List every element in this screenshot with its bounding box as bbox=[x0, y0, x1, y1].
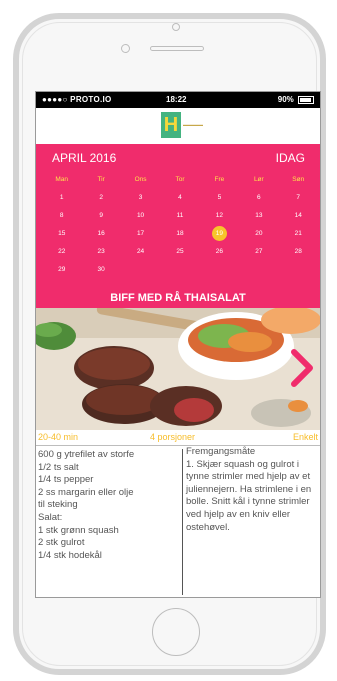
battery-percent: 90% bbox=[277, 95, 294, 104]
ingredient-item: 600 g ytrefilet av storfe bbox=[38, 449, 135, 460]
method-title: Fremgangsmåte bbox=[186, 446, 256, 457]
calendar-day[interactable]: 21 bbox=[279, 225, 318, 243]
ingredient-item: 2 ss margarin eller olje bbox=[38, 486, 134, 498]
calendar-grid: Man Tir Ons Tor Fre Lør Søn 1 2 3 4 5 6 … bbox=[42, 171, 318, 279]
method-text: 1. Skjær squash og gulrot i tynne striml… bbox=[186, 458, 314, 533]
calendar-day[interactable]: 17 bbox=[121, 225, 160, 243]
calendar-day[interactable]: 5 bbox=[200, 189, 239, 207]
calendar-day-empty bbox=[200, 261, 239, 279]
calendar-day[interactable]: 28 bbox=[279, 243, 318, 261]
calendar-week: 1 2 3 4 5 6 7 bbox=[42, 189, 318, 207]
weekday-label: Man bbox=[55, 176, 69, 183]
ingredient-item: 2 stk gulrot bbox=[38, 537, 85, 549]
weekday-label: Lør bbox=[253, 176, 264, 183]
weekday-row: Man Tir Ons Tor Fre Lør Søn bbox=[42, 171, 318, 189]
today-button[interactable]: IDAG bbox=[276, 151, 305, 165]
ingredient-item: 1 stk grønn squash bbox=[38, 524, 119, 536]
calendar-day[interactable]: 16 bbox=[81, 225, 120, 243]
calendar-day-selected[interactable]: 19 bbox=[200, 225, 239, 243]
calendar-day[interactable]: 23 bbox=[81, 243, 120, 261]
battery-icon bbox=[298, 95, 314, 104]
status-bar: ●●●●○ PROTO.IO 18:22 90% bbox=[36, 92, 320, 108]
recipe-title: BIFF MED RÅ THAISALAT bbox=[36, 288, 320, 308]
battery-indicator: 90% bbox=[278, 95, 314, 104]
calendar-week: 8 9 10 11 12 13 14 bbox=[42, 207, 318, 225]
calendar-week: 15 16 17 18 19 20 21 bbox=[42, 225, 318, 243]
calendar-day[interactable]: 9 bbox=[81, 207, 120, 225]
earpiece-speaker bbox=[150, 46, 204, 51]
calendar-day[interactable]: 13 bbox=[239, 207, 278, 225]
ingredient-item: Salat: bbox=[38, 511, 63, 523]
ingredient-item: til steking bbox=[38, 499, 78, 511]
calendar-week: 22 23 24 25 26 27 28 bbox=[42, 243, 318, 261]
recipe-photo-illustration bbox=[36, 308, 320, 430]
column-divider bbox=[182, 449, 183, 595]
calendar-day[interactable]: 4 bbox=[160, 189, 199, 207]
method-section: Fremgangsmåte 1. Skjær squash og gulrot … bbox=[186, 446, 320, 534]
ingredient-item: 1/4 ts pepper bbox=[38, 474, 94, 486]
calendar-day[interactable]: 30 bbox=[81, 261, 120, 279]
logo-tagline-mark: ▬▬▬▬▬ bbox=[183, 122, 203, 127]
home-button[interactable] bbox=[152, 608, 200, 656]
weekday-label: Søn bbox=[292, 176, 305, 183]
calendar-day-empty bbox=[121, 261, 160, 279]
calendar-day[interactable]: 6 bbox=[239, 189, 278, 207]
calendar-day[interactable]: 14 bbox=[279, 207, 318, 225]
calendar-day[interactable]: 24 bbox=[121, 243, 160, 261]
proximity-sensor bbox=[121, 44, 130, 53]
recipe-meta: 20-40 min 4 porsjoner Enkelt bbox=[36, 430, 320, 444]
selected-day-label: 19 bbox=[211, 226, 227, 241]
calendar-day[interactable]: 27 bbox=[239, 243, 278, 261]
calendar-day[interactable]: 7 bbox=[279, 189, 318, 207]
calendar-day[interactable]: 3 bbox=[121, 189, 160, 207]
calendar: APRIL 2016 IDAG Man Tir Ons Tor Fre Lør … bbox=[36, 144, 320, 288]
ingredient-item: 1/4 stk hodekål bbox=[38, 549, 102, 561]
calendar-month-label[interactable]: APRIL 2016 bbox=[52, 151, 116, 165]
weekday-label: Ons bbox=[134, 176, 147, 183]
weekday-label: Fre bbox=[214, 176, 225, 183]
ingredients-list: 600 g ytrefilet av storfe 1/2 ts salt 1/… bbox=[38, 449, 180, 562]
recipe-portions: 4 porsjoner bbox=[150, 432, 196, 442]
front-camera bbox=[172, 23, 180, 31]
app-screen: ●●●●○ PROTO.IO 18:22 90% H ▬▬▬▬▬ APRIL 2… bbox=[35, 91, 321, 598]
calendar-day[interactable]: 8 bbox=[42, 207, 81, 225]
calendar-day[interactable]: 26 bbox=[200, 243, 239, 261]
calendar-day[interactable]: 1 bbox=[42, 189, 81, 207]
calendar-day[interactable]: 18 bbox=[160, 225, 199, 243]
calendar-day[interactable]: 25 bbox=[160, 243, 199, 261]
calendar-day[interactable]: 22 bbox=[42, 243, 81, 261]
calendar-day[interactable]: 20 bbox=[239, 225, 278, 243]
calendar-day-empty bbox=[239, 261, 278, 279]
calendar-day[interactable]: 2 bbox=[81, 189, 120, 207]
calendar-day-empty bbox=[160, 261, 199, 279]
recipe-difficulty: Enkelt bbox=[292, 432, 318, 442]
calendar-day[interactable]: 10 bbox=[121, 207, 160, 225]
carrier-label: ●●●●○ PROTO.IO bbox=[42, 95, 112, 104]
weekday-label: Tir bbox=[97, 176, 105, 183]
calendar-week: 29 30 bbox=[42, 261, 318, 279]
calendar-day[interactable]: 29 bbox=[42, 261, 81, 279]
recipe-details: 600 g ytrefilet av storfe 1/2 ts salt 1/… bbox=[36, 445, 320, 597]
next-arrow-icon[interactable] bbox=[286, 348, 316, 388]
calendar-day-empty bbox=[279, 261, 318, 279]
clock-label: 18:22 bbox=[166, 95, 187, 104]
calendar-day[interactable]: 12 bbox=[200, 207, 239, 225]
calendar-day[interactable]: 11 bbox=[160, 207, 199, 225]
calendar-day[interactable]: 15 bbox=[42, 225, 81, 243]
recipe-photo[interactable] bbox=[36, 308, 320, 430]
recipe-time: 20-40 min bbox=[38, 432, 79, 442]
weekday-label: Tor bbox=[175, 176, 185, 183]
app-logo[interactable]: H bbox=[161, 112, 181, 138]
app-header: H ▬▬▬▬▬ bbox=[36, 108, 320, 144]
ingredient-item: 1/2 ts salt bbox=[38, 461, 79, 473]
